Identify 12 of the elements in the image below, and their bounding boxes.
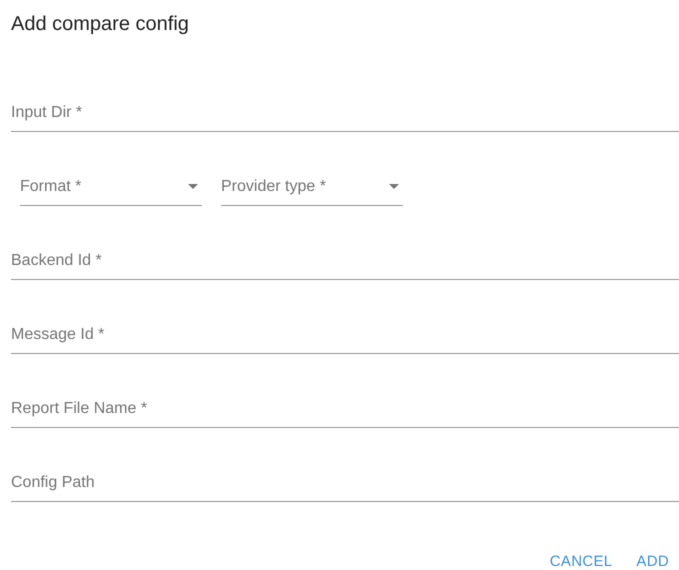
input-field[interactable]: Report File Name *	[11, 396, 679, 428]
dialog-button[interactable]: ADD	[628, 544, 677, 570]
caret-icon	[389, 184, 399, 189]
input-field[interactable]: Input Dir *	[11, 100, 679, 132]
dropdown-select[interactable]: Provider type *	[221, 174, 403, 206]
input-field[interactable]: Message Id *	[11, 322, 679, 354]
input-field[interactable]: Backend Id *	[11, 248, 679, 280]
input-field[interactable]: Config Path	[11, 470, 679, 502]
dropdown-select[interactable]: Format *	[20, 174, 202, 206]
caret-icon	[188, 184, 198, 189]
dialog-button[interactable]: CANCEL	[542, 544, 620, 570]
dialog-title: Add compare config	[11, 12, 190, 37]
